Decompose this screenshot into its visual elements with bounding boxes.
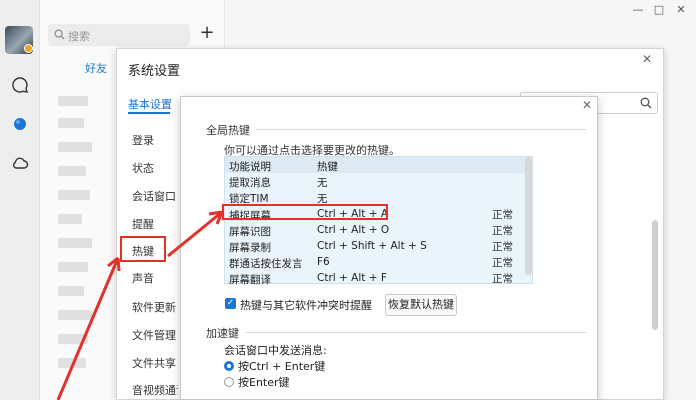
status-text: 正常: [492, 209, 513, 221]
list-item[interactable]: [58, 262, 88, 272]
tab-friends[interactable]: 好友: [85, 60, 107, 76]
status-badge: [24, 44, 33, 53]
row-hotkey: F6: [317, 256, 330, 268]
nav-item-file-manage[interactable]: 文件管理: [132, 327, 176, 343]
nav-item-chat-window[interactable]: 会话窗口: [132, 188, 176, 204]
header-hotkey: 热键: [317, 161, 338, 173]
table-row[interactable]: 提取消息 无: [225, 173, 525, 189]
header-function: 功能说明: [229, 161, 271, 173]
maximize-button[interactable]: □: [651, 3, 667, 17]
settings-scrollbar[interactable]: [652, 220, 658, 330]
radio-enter[interactable]: [224, 377, 234, 387]
section-accelerator: 加速键: [206, 327, 239, 340]
section-global-hotkey: 全局热键: [206, 124, 250, 137]
hotkey-table: 功能说明 热键 提取消息 无 锁定TIM 无 捕捉屏幕 Ctrl + Alt +…: [224, 156, 533, 286]
add-button[interactable]: +: [198, 24, 216, 44]
row-function: 屏幕识图: [229, 226, 271, 238]
row-function: 群通话按住发言: [229, 258, 303, 270]
row-function: 提取消息: [229, 177, 271, 189]
search-icon: [54, 29, 65, 40]
row-function: 屏幕录制: [229, 242, 271, 254]
tab-basic-settings[interactable]: 基本设置: [128, 96, 172, 112]
settings-title: 系统设置: [128, 64, 181, 79]
radio-ctrl-enter[interactable]: [224, 361, 234, 371]
dialog-close-button[interactable]: ✕: [582, 98, 592, 112]
list-item[interactable]: [58, 310, 92, 320]
section-divider: [246, 332, 586, 333]
table-header: 功能说明 热键: [225, 157, 525, 173]
nav-item-sound[interactable]: 声音: [132, 270, 154, 286]
list-item[interactable]: [58, 238, 92, 248]
status-text: 正常: [492, 241, 513, 253]
conflict-checkbox-label[interactable]: 热键与其它软件冲突时提醒: [240, 297, 372, 313]
nav-item-av-call[interactable]: 音视频通话: [132, 382, 178, 398]
status-text: 正常: [492, 257, 513, 269]
section-divider: [256, 129, 586, 130]
search-placeholder: 搜索: [68, 30, 90, 43]
table-row[interactable]: 屏幕识图 Ctrl + Alt + O: [225, 222, 525, 238]
list-item[interactable]: [58, 166, 86, 176]
table-scrollbar[interactable]: [525, 157, 532, 275]
conflict-checkbox[interactable]: ✓: [225, 298, 236, 309]
list-item[interactable]: [58, 286, 84, 296]
planet-icon[interactable]: [11, 115, 29, 133]
radio-enter-label[interactable]: 按Enter键: [238, 374, 290, 390]
nav-item-reminder[interactable]: 提醒: [132, 216, 154, 232]
nav-item-status[interactable]: 状态: [132, 160, 154, 176]
radio-ctrl-enter-label[interactable]: 按Ctrl + Enter键: [238, 358, 325, 374]
list-item[interactable]: [58, 358, 86, 368]
row-function: 屏幕翻译: [229, 274, 271, 286]
search-icon: [640, 97, 652, 109]
restore-default-hotkey-button[interactable]: 恢复默认热键: [385, 294, 457, 316]
list-item[interactable]: [58, 142, 92, 152]
list-item[interactable]: [58, 118, 84, 128]
search-input[interactable]: 搜索: [48, 24, 190, 46]
table-row[interactable]: 屏幕录制 Ctrl + Shift + Alt + S: [225, 238, 525, 254]
hotkey-highlight-box: [120, 236, 166, 262]
minimize-button[interactable]: —: [630, 3, 646, 17]
list-item[interactable]: [58, 190, 90, 200]
nav-item-file-share[interactable]: 文件共享: [132, 355, 176, 371]
nav-item-update[interactable]: 软件更新: [132, 299, 176, 315]
table-row[interactable]: 锁定TIM 无: [225, 189, 525, 205]
settings-close-button[interactable]: ✕: [642, 52, 652, 66]
status-text: 正常: [492, 225, 513, 237]
list-item[interactable]: [58, 334, 88, 344]
send-message-label: 会话窗口中发送消息:: [224, 344, 327, 357]
close-button[interactable]: ✕: [673, 3, 689, 17]
status-text: 正常: [492, 273, 513, 285]
row-hotkey: Ctrl + Alt + O: [317, 224, 390, 236]
list-item[interactable]: [58, 214, 82, 224]
capture-row-highlight-box: [222, 204, 388, 220]
table-row[interactable]: 群通话按住发言 F6: [225, 254, 525, 270]
active-tab-underline: [128, 112, 170, 114]
left-sidebar: [0, 0, 40, 400]
nav-item-login[interactable]: 登录: [132, 132, 154, 148]
list-item[interactable]: [58, 96, 88, 106]
row-hotkey: 无: [317, 177, 328, 189]
chat-bubble-icon[interactable]: [11, 76, 29, 94]
table-row[interactable]: 屏幕翻译 Ctrl + Alt + F: [225, 270, 525, 286]
row-hotkey: Ctrl + Alt + F: [317, 272, 387, 284]
row-hotkey: Ctrl + Shift + Alt + S: [317, 240, 427, 252]
cloud-icon[interactable]: [11, 154, 29, 172]
